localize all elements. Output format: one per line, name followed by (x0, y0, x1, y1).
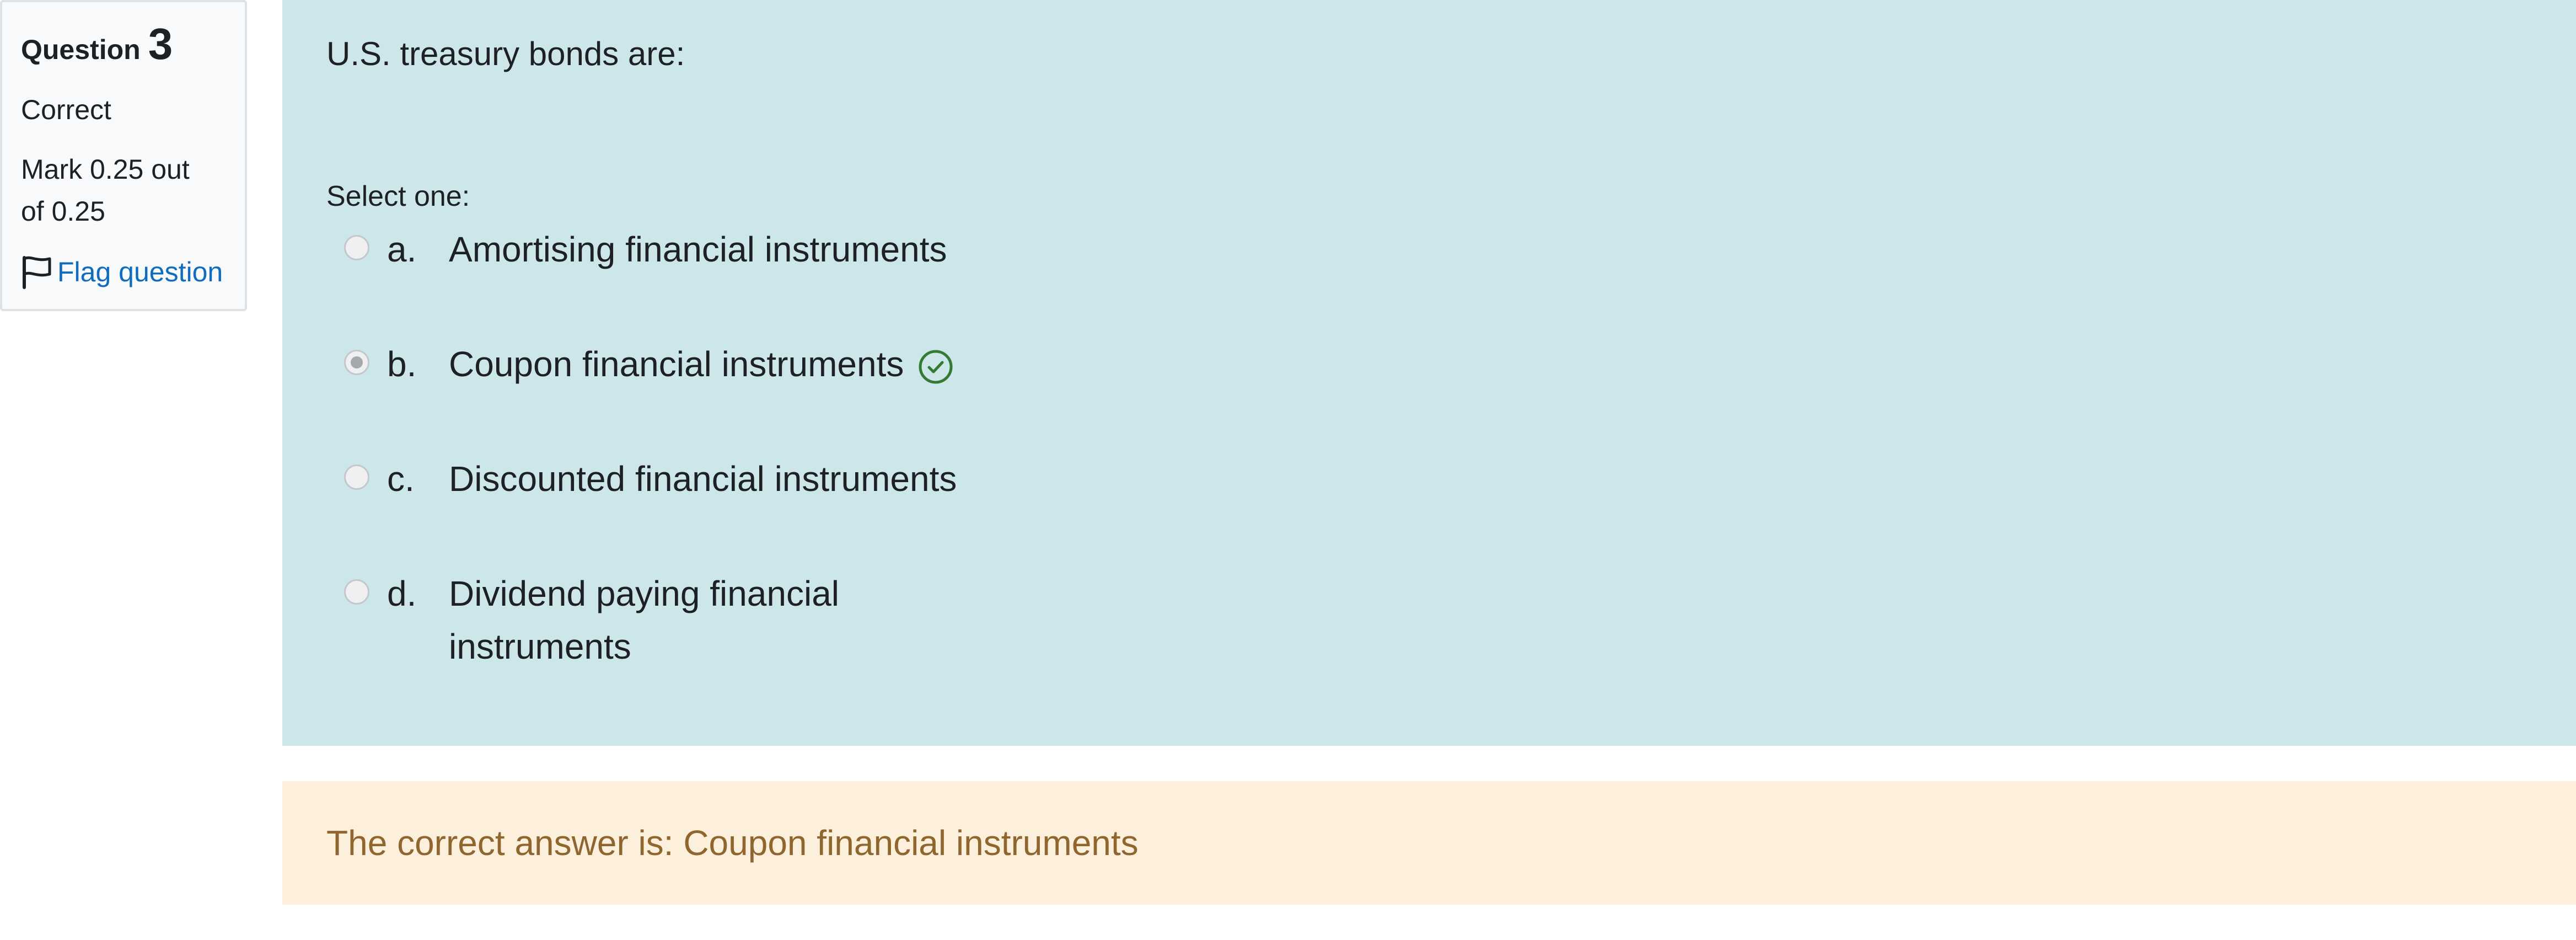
question-label: Question (21, 34, 141, 65)
answer-letter: d. (387, 574, 417, 613)
check-circle-icon (919, 350, 953, 384)
answer-radio-b[interactable] (344, 350, 369, 375)
flag-question-link[interactable]: Flag question (21, 254, 245, 290)
question-number-heading: Question 3 (21, 22, 245, 66)
answer-letter: a. (387, 229, 417, 269)
question-grade: Mark 0.25 out of 0.25 (21, 154, 190, 227)
correct-answer-text: The correct answer is: Coupon financial … (326, 823, 1139, 863)
answer-letter: b. (387, 344, 417, 384)
answer-text: Amortising financial instruments (449, 229, 947, 269)
answer-radio-c[interactable] (344, 464, 369, 490)
question-state: Correct (21, 94, 111, 125)
answer-option-a[interactable]: a. Amortising financial instruments (326, 223, 1043, 276)
select-one-prompt: Select one: (326, 180, 470, 212)
question-text: U.S. treasury bonds are: (326, 35, 685, 72)
answer-letter: c. (387, 459, 415, 499)
answer-text: Discounted financial instruments (449, 459, 957, 499)
answer-text: Dividend paying financial instruments (449, 574, 839, 666)
question-content: U.S. treasury bonds are: Select one: a. … (282, 0, 2576, 746)
answer-option-c[interactable]: c. Discounted financial instruments (326, 452, 1043, 505)
answer-option-d[interactable]: d. Dividend paying financial instruments (326, 567, 1043, 673)
question-number: 3 (148, 19, 173, 68)
question-info-panel: Question 3 Correct Mark 0.25 out of 0.25… (0, 0, 247, 311)
answer-text: Coupon financial instruments (449, 344, 904, 384)
answer-option-b[interactable]: b. Coupon financial instruments (326, 338, 1043, 391)
answer-radio-a[interactable] (344, 235, 369, 260)
answer-radio-d[interactable] (344, 579, 369, 605)
flag-outline-icon (23, 256, 51, 289)
feedback-panel: The correct answer is: Coupon financial … (282, 781, 2576, 905)
flag-question-label: Flag question (57, 257, 223, 287)
